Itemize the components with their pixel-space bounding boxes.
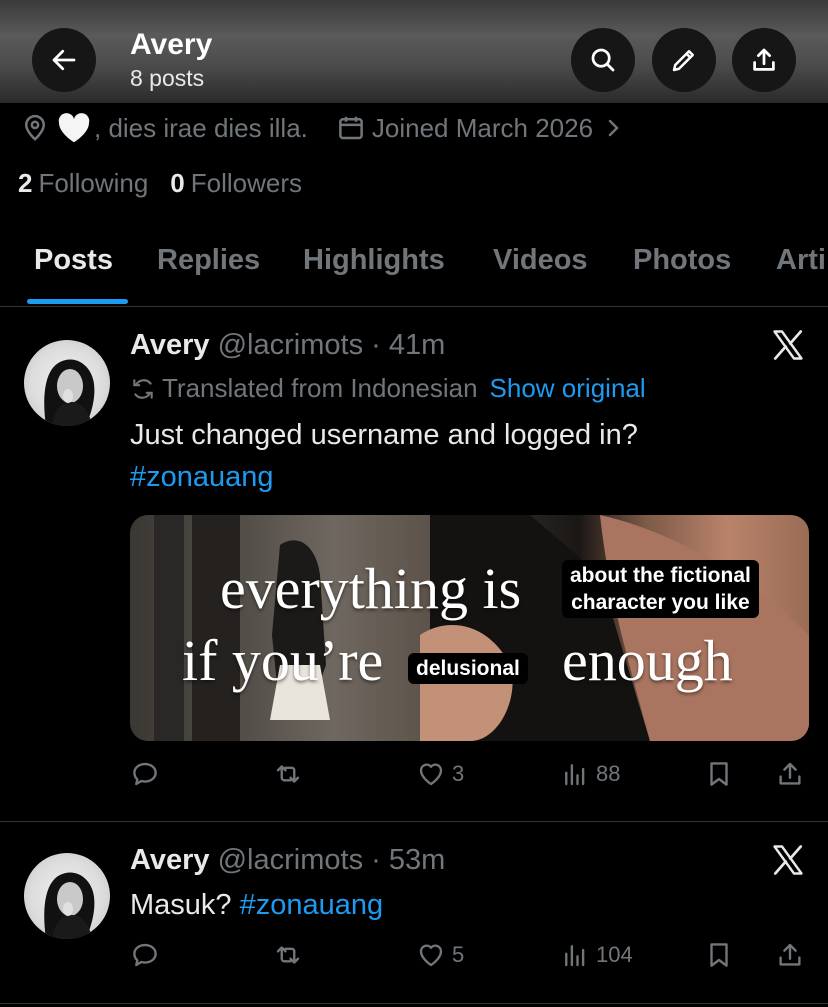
like-count: 5 <box>452 942 465 967</box>
hashtag-link[interactable]: #zonauang <box>240 889 384 921</box>
translated-label: Translated from Indonesian <box>162 373 478 403</box>
followers-label: Followers <box>190 168 303 198</box>
location-icon <box>24 114 46 141</box>
post-actions: 5 104 <box>130 940 810 980</box>
reply-icon <box>133 943 157 967</box>
post-text: Just changed username and logged in? #zo… <box>130 414 638 498</box>
post-time[interactable]: 53m <box>389 844 445 876</box>
share-button[interactable] <box>732 28 796 92</box>
image-label-middle: delusional <box>408 653 528 684</box>
like-button[interactable]: 3 <box>416 759 464 789</box>
translated-note: Translated from Indonesian Show original <box>130 373 646 404</box>
share-icon <box>753 48 775 71</box>
avatar[interactable] <box>24 853 110 939</box>
active-tab-indicator <box>27 299 128 304</box>
views-icon <box>565 764 585 786</box>
reply-button[interactable] <box>130 940 160 970</box>
followers-link[interactable]: 0 Followers <box>170 168 302 199</box>
view-count: 104 <box>596 942 633 967</box>
avatar-photo <box>44 872 95 939</box>
repost-icon <box>276 765 300 783</box>
like-button[interactable]: 5 <box>416 940 464 970</box>
post-author-handle[interactable]: @lacrimots <box>218 329 363 361</box>
bookmark-button[interactable] <box>704 759 734 789</box>
tab-videos[interactable]: Videos <box>493 244 588 277</box>
image-label-top-line-1: about the fictional <box>570 564 751 587</box>
post-image[interactable]: everything is about the fictional charac… <box>130 515 809 741</box>
image-text-line-2a: if you’re <box>182 628 384 693</box>
header-name: Avery <box>130 28 213 61</box>
like-count: 3 <box>452 761 465 786</box>
x-logo-icon[interactable] <box>770 842 806 878</box>
repost-icon <box>276 946 300 964</box>
views-icon <box>565 945 585 967</box>
post-author-name[interactable]: Avery <box>130 844 210 876</box>
post-author-name[interactable]: Avery <box>130 329 210 361</box>
repost-button[interactable] <box>273 759 303 789</box>
profile-header: Avery 8 posts <box>0 0 828 103</box>
profile-meta: , dies irae dies illa. Joined March 2026 <box>20 108 625 148</box>
following-count: 2 <box>18 168 33 198</box>
following-link[interactable]: 2 Following <box>18 168 148 199</box>
followers-count: 0 <box>170 168 185 198</box>
post-author-line: Avery @lacrimots · 41m <box>130 329 446 361</box>
reply-button[interactable] <box>130 759 160 789</box>
post-divider <box>0 821 828 822</box>
hashtag-link[interactable]: #zonauang <box>130 456 638 498</box>
tab-posts[interactable]: Posts <box>34 244 113 277</box>
post-time[interactable]: 41m <box>389 329 445 361</box>
calendar-icon <box>339 116 363 140</box>
tab-articles[interactable]: Arti <box>776 244 826 277</box>
avatar-photo <box>44 359 95 426</box>
bookmark-icon <box>710 762 728 786</box>
bookmark-icon <box>710 943 728 967</box>
chevron-right-icon[interactable] <box>601 116 625 140</box>
share-icon <box>779 943 801 966</box>
post-divider <box>0 1003 828 1004</box>
post-author-line: Avery @lacrimots · 53m <box>130 844 446 876</box>
views-button[interactable]: 104 <box>560 940 633 970</box>
post-author-handle[interactable]: @lacrimots <box>218 844 363 876</box>
tab-replies[interactable]: Replies <box>157 244 260 277</box>
profile-tabs: Posts Replies Highlights Videos Photos A… <box>0 228 828 307</box>
image-label-top: about the fictional character you like <box>562 560 759 618</box>
share-post-button[interactable] <box>775 940 805 970</box>
show-original-link[interactable]: Show original <box>490 373 646 404</box>
back-arrow-icon <box>52 49 76 71</box>
header-post-count: 8 posts <box>130 65 205 91</box>
share-post-button[interactable] <box>775 759 805 789</box>
tab-highlights[interactable]: Highlights <box>303 244 445 277</box>
post-text-line: Just changed username and logged in? <box>130 419 638 451</box>
views-button[interactable]: 88 <box>560 759 620 789</box>
search-button[interactable] <box>571 28 635 92</box>
heart-icon <box>419 763 443 786</box>
avatar[interactable] <box>24 340 110 426</box>
view-count: 88 <box>596 761 621 786</box>
post-text-line: Masuk? <box>130 889 232 921</box>
share-icon <box>779 762 801 785</box>
image-label-top-line-2: character you like <box>571 591 750 614</box>
reply-icon <box>133 762 157 786</box>
edit-icon <box>672 50 694 72</box>
bookmark-button[interactable] <box>704 940 734 970</box>
follow-stats: 2 Following 0 Followers <box>18 168 302 199</box>
search-icon <box>591 48 615 72</box>
translate-icon <box>133 378 153 399</box>
post-actions: 3 88 <box>130 759 810 799</box>
post-text: Masuk? #zonauang <box>130 884 383 926</box>
white-heart-icon <box>58 113 90 143</box>
edit-button[interactable] <box>652 28 716 92</box>
image-text-line-1: everything is <box>220 556 522 621</box>
repost-button[interactable] <box>273 940 303 970</box>
x-logo-icon[interactable] <box>770 327 806 363</box>
back-button[interactable] <box>32 28 96 92</box>
joined-date: Joined March 2026 <box>371 112 594 143</box>
following-label: Following <box>38 168 149 198</box>
profile-location: , dies irae dies illa. <box>94 112 308 143</box>
heart-icon <box>419 944 443 967</box>
image-text-line-2b: enough <box>562 628 733 693</box>
tab-photos[interactable]: Photos <box>633 244 731 277</box>
